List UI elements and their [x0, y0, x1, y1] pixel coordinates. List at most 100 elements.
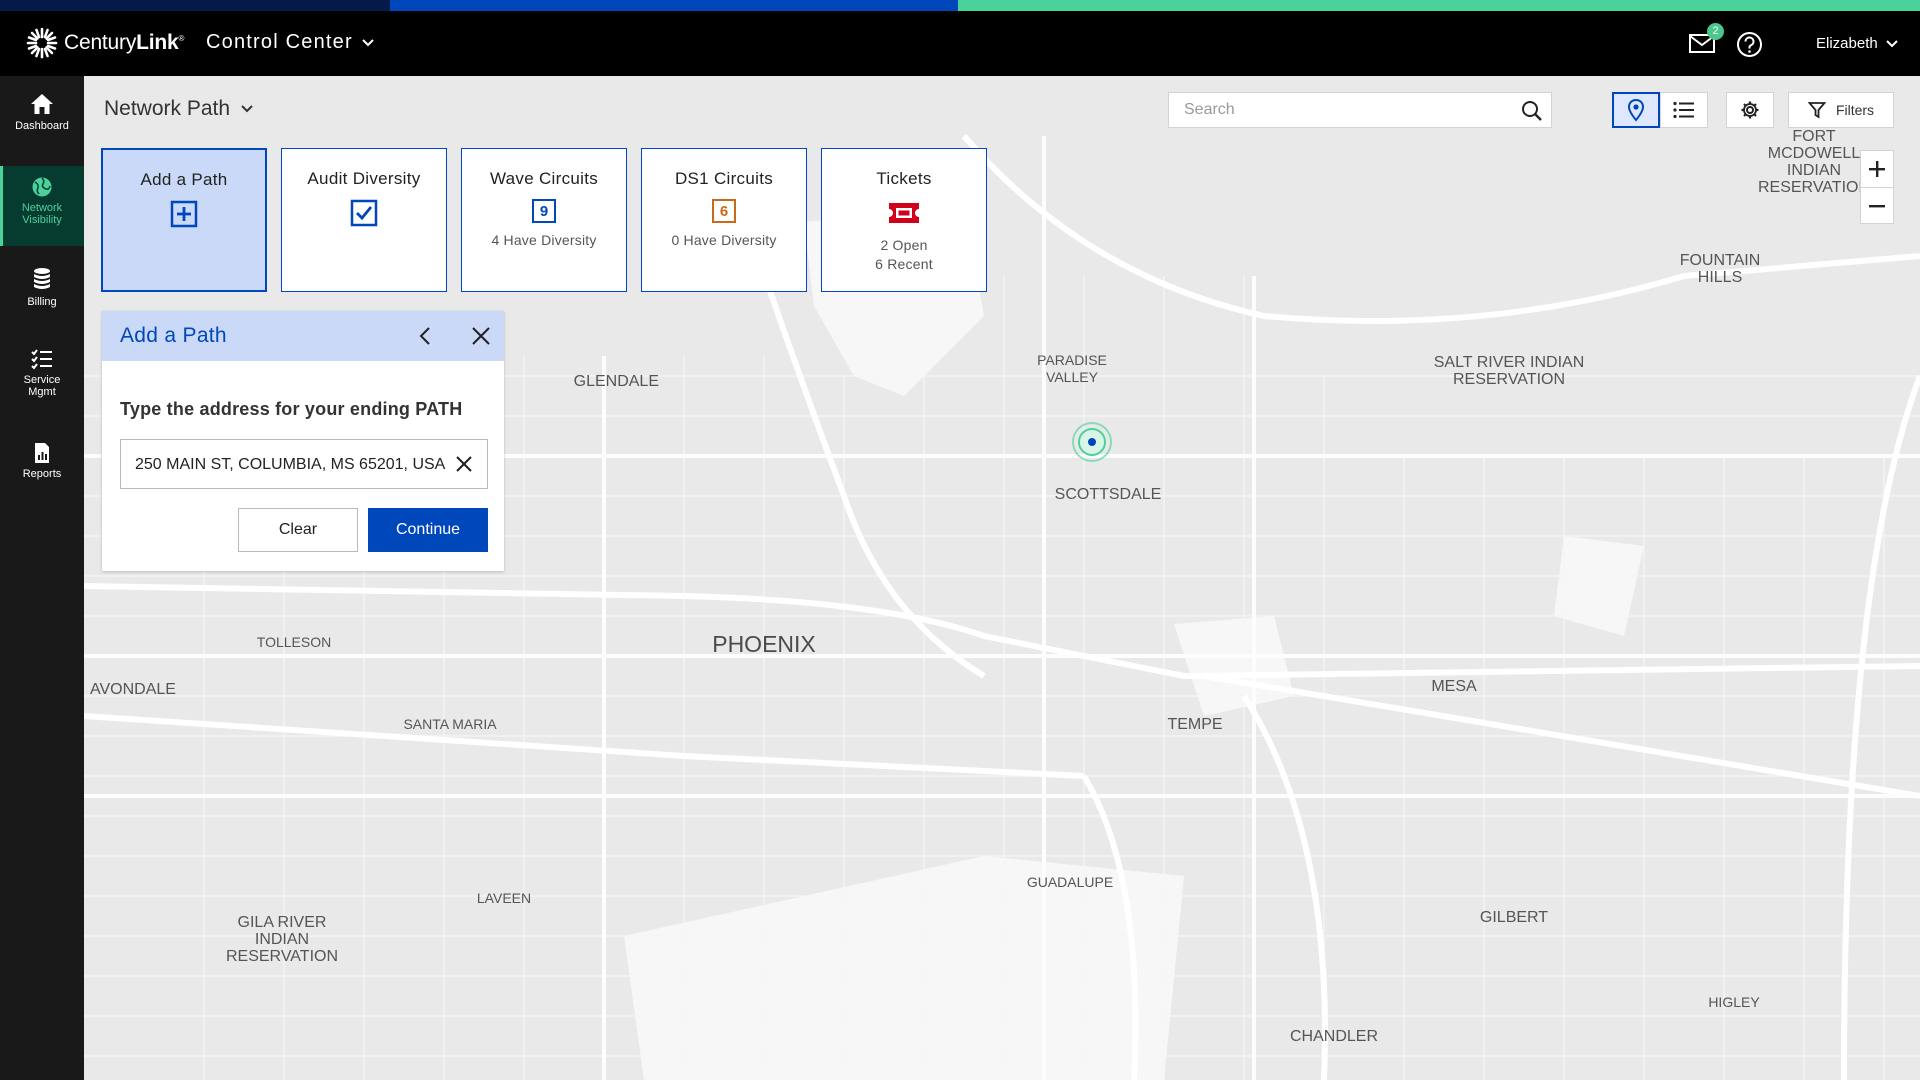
plus-square-icon — [170, 200, 198, 228]
address-prompt: Type the address for your ending PATH — [120, 399, 463, 419]
sidebar-item-label: Billing — [27, 296, 57, 308]
sidebar-item-label: Dashboard — [15, 120, 69, 132]
card-subtext: 0 Have Diversity — [671, 232, 777, 248]
zoom-control — [1860, 150, 1894, 224]
search-icon[interactable] — [1521, 100, 1543, 122]
map-label: AVONDALE — [90, 681, 176, 698]
sidebar-item-reports[interactable]: Reports — [0, 442, 84, 506]
map-label: TOLLESON — [256, 634, 332, 650]
app-name: Control Center — [206, 31, 353, 53]
globe-icon — [32, 177, 52, 197]
map-label: LAVEEN — [476, 890, 532, 906]
sidebar-item-dashboard[interactable]: Dashboard — [0, 92, 84, 156]
filters-button[interactable]: Filters — [1788, 92, 1894, 128]
card-title: Add a Path — [140, 170, 228, 189]
map-label: SCOTTSDALE — [1054, 486, 1162, 503]
chevron-down-icon — [241, 105, 253, 113]
map-view-button[interactable] — [1612, 92, 1660, 128]
continue-button[interactable]: Continue — [368, 508, 488, 552]
brand-color-strip — [0, 0, 1920, 11]
card-subtext: 6 Recent — [875, 256, 933, 272]
card-title: Audit Diversity — [307, 169, 421, 188]
chevron-left-icon[interactable] — [414, 325, 436, 347]
brand-name: CenturyLink® — [64, 31, 185, 54]
minus-icon — [1869, 205, 1885, 208]
map-label: HIGLEY — [1708, 994, 1760, 1010]
ticket-icon — [889, 203, 919, 223]
app-switcher[interactable]: Control Center — [206, 31, 375, 54]
chevron-down-icon — [362, 38, 374, 46]
map-label: PHOENIX — [712, 631, 816, 657]
user-name: Elizabeth — [1816, 35, 1878, 52]
sidebar: Dashboard Network Visibility Billing Ser… — [0, 76, 84, 1080]
map-label: SALT RIVER INDIAN RESERVATION — [1433, 354, 1585, 388]
strip-segment-navy — [0, 0, 390, 11]
zoom-in-button[interactable] — [1861, 151, 1893, 187]
card-subtext: 2 Open — [880, 237, 928, 253]
sidebar-item-service-mgmt[interactable]: Service Mgmt — [0, 348, 84, 418]
brand-name-light: Century — [64, 31, 137, 54]
location-marker-icon[interactable] — [1070, 420, 1114, 464]
checklist-icon — [31, 349, 52, 370]
mail-count-badge: 2 — [1707, 23, 1724, 40]
map-label: FOUNTAIN HILLS — [1679, 252, 1761, 286]
search-box — [1168, 92, 1552, 128]
card-audit-diversity[interactable]: Audit Diversity — [281, 148, 447, 292]
map-label: GILA RIVER INDIAN RESERVATION — [225, 914, 339, 965]
zoom-out-button[interactable] — [1861, 188, 1893, 224]
add-path-panel: Add a Path Type the address for your end… — [102, 311, 504, 571]
search-input[interactable] — [1169, 93, 1514, 127]
brand-logo[interactable]: CenturyLink® — [26, 27, 184, 59]
list-view-button[interactable] — [1660, 92, 1708, 128]
brand-name-bold: Link — [136, 31, 179, 54]
checkbox-icon — [350, 199, 378, 227]
sunburst-logo-icon — [26, 27, 58, 59]
list-icon — [1673, 101, 1694, 119]
plus-icon — [1869, 161, 1885, 177]
strip-segment-green — [958, 0, 1920, 11]
sidebar-item-label: Service Mgmt — [23, 374, 61, 398]
help-button[interactable] — [1736, 31, 1763, 58]
coins-icon — [34, 268, 50, 289]
map-pin-icon — [1627, 98, 1645, 122]
map-label: GLENDALE — [573, 373, 659, 390]
map-label: CHANDLER — [1289, 1028, 1378, 1045]
card-title: Wave Circuits — [489, 169, 599, 188]
address-field — [120, 439, 488, 490]
card-tickets[interactable]: Tickets 2 Open 6 Recent — [821, 148, 987, 292]
card-add-path[interactable]: Add a Path — [101, 148, 267, 292]
close-icon[interactable] — [470, 325, 492, 347]
clear-button[interactable]: Clear — [238, 508, 358, 552]
card-ds1-circuits[interactable]: DS1 Circuits 6 0 Have Diversity — [641, 148, 807, 292]
messages-button[interactable]: 2 — [1688, 23, 1724, 59]
sidebar-item-label: Reports — [22, 468, 62, 480]
filter-icon — [1807, 102, 1826, 119]
user-menu[interactable]: Elizabeth — [1816, 35, 1898, 52]
map-label: FORT MCDOWELL INDIAN RESERVATION — [1757, 128, 1871, 196]
top-bar: CenturyLink® Control Center 2 Elizabeth — [0, 11, 1920, 76]
map-label: SANTA MARIA — [403, 716, 497, 732]
map-label: PARADISE VALLEY — [1037, 352, 1107, 385]
page-title: Network Path — [104, 97, 231, 120]
gear-icon — [1741, 101, 1759, 119]
map-label: GUADALUPE — [1026, 874, 1114, 890]
panel-title: Add a Path — [120, 324, 227, 347]
sidebar-item-network-visibility[interactable]: Network Visibility — [0, 166, 84, 246]
card-title: Tickets — [876, 169, 932, 188]
card-subtext: 4 Have Diversity — [491, 232, 597, 248]
page-title-dropdown[interactable]: Network Path — [104, 97, 254, 121]
filters-label: Filters — [1835, 102, 1875, 118]
sidebar-item-billing[interactable]: Billing — [0, 266, 84, 330]
settings-button[interactable] — [1726, 92, 1774, 128]
card-title: DS1 Circuits — [674, 169, 774, 188]
address-input[interactable] — [121, 440, 457, 490]
sidebar-item-label: Network Visibility — [21, 202, 63, 226]
chevron-down-icon — [1886, 39, 1898, 47]
home-icon — [31, 94, 53, 114]
card-wave-circuits[interactable]: Wave Circuits 9 4 Have Diversity — [461, 148, 627, 292]
strip-segment-blue — [390, 0, 958, 11]
panel-header: Add a Path — [102, 311, 504, 361]
clear-input-icon[interactable] — [455, 455, 473, 473]
ds1-count-badge: 6 — [712, 199, 736, 223]
map-label: MESA — [1431, 678, 1477, 695]
